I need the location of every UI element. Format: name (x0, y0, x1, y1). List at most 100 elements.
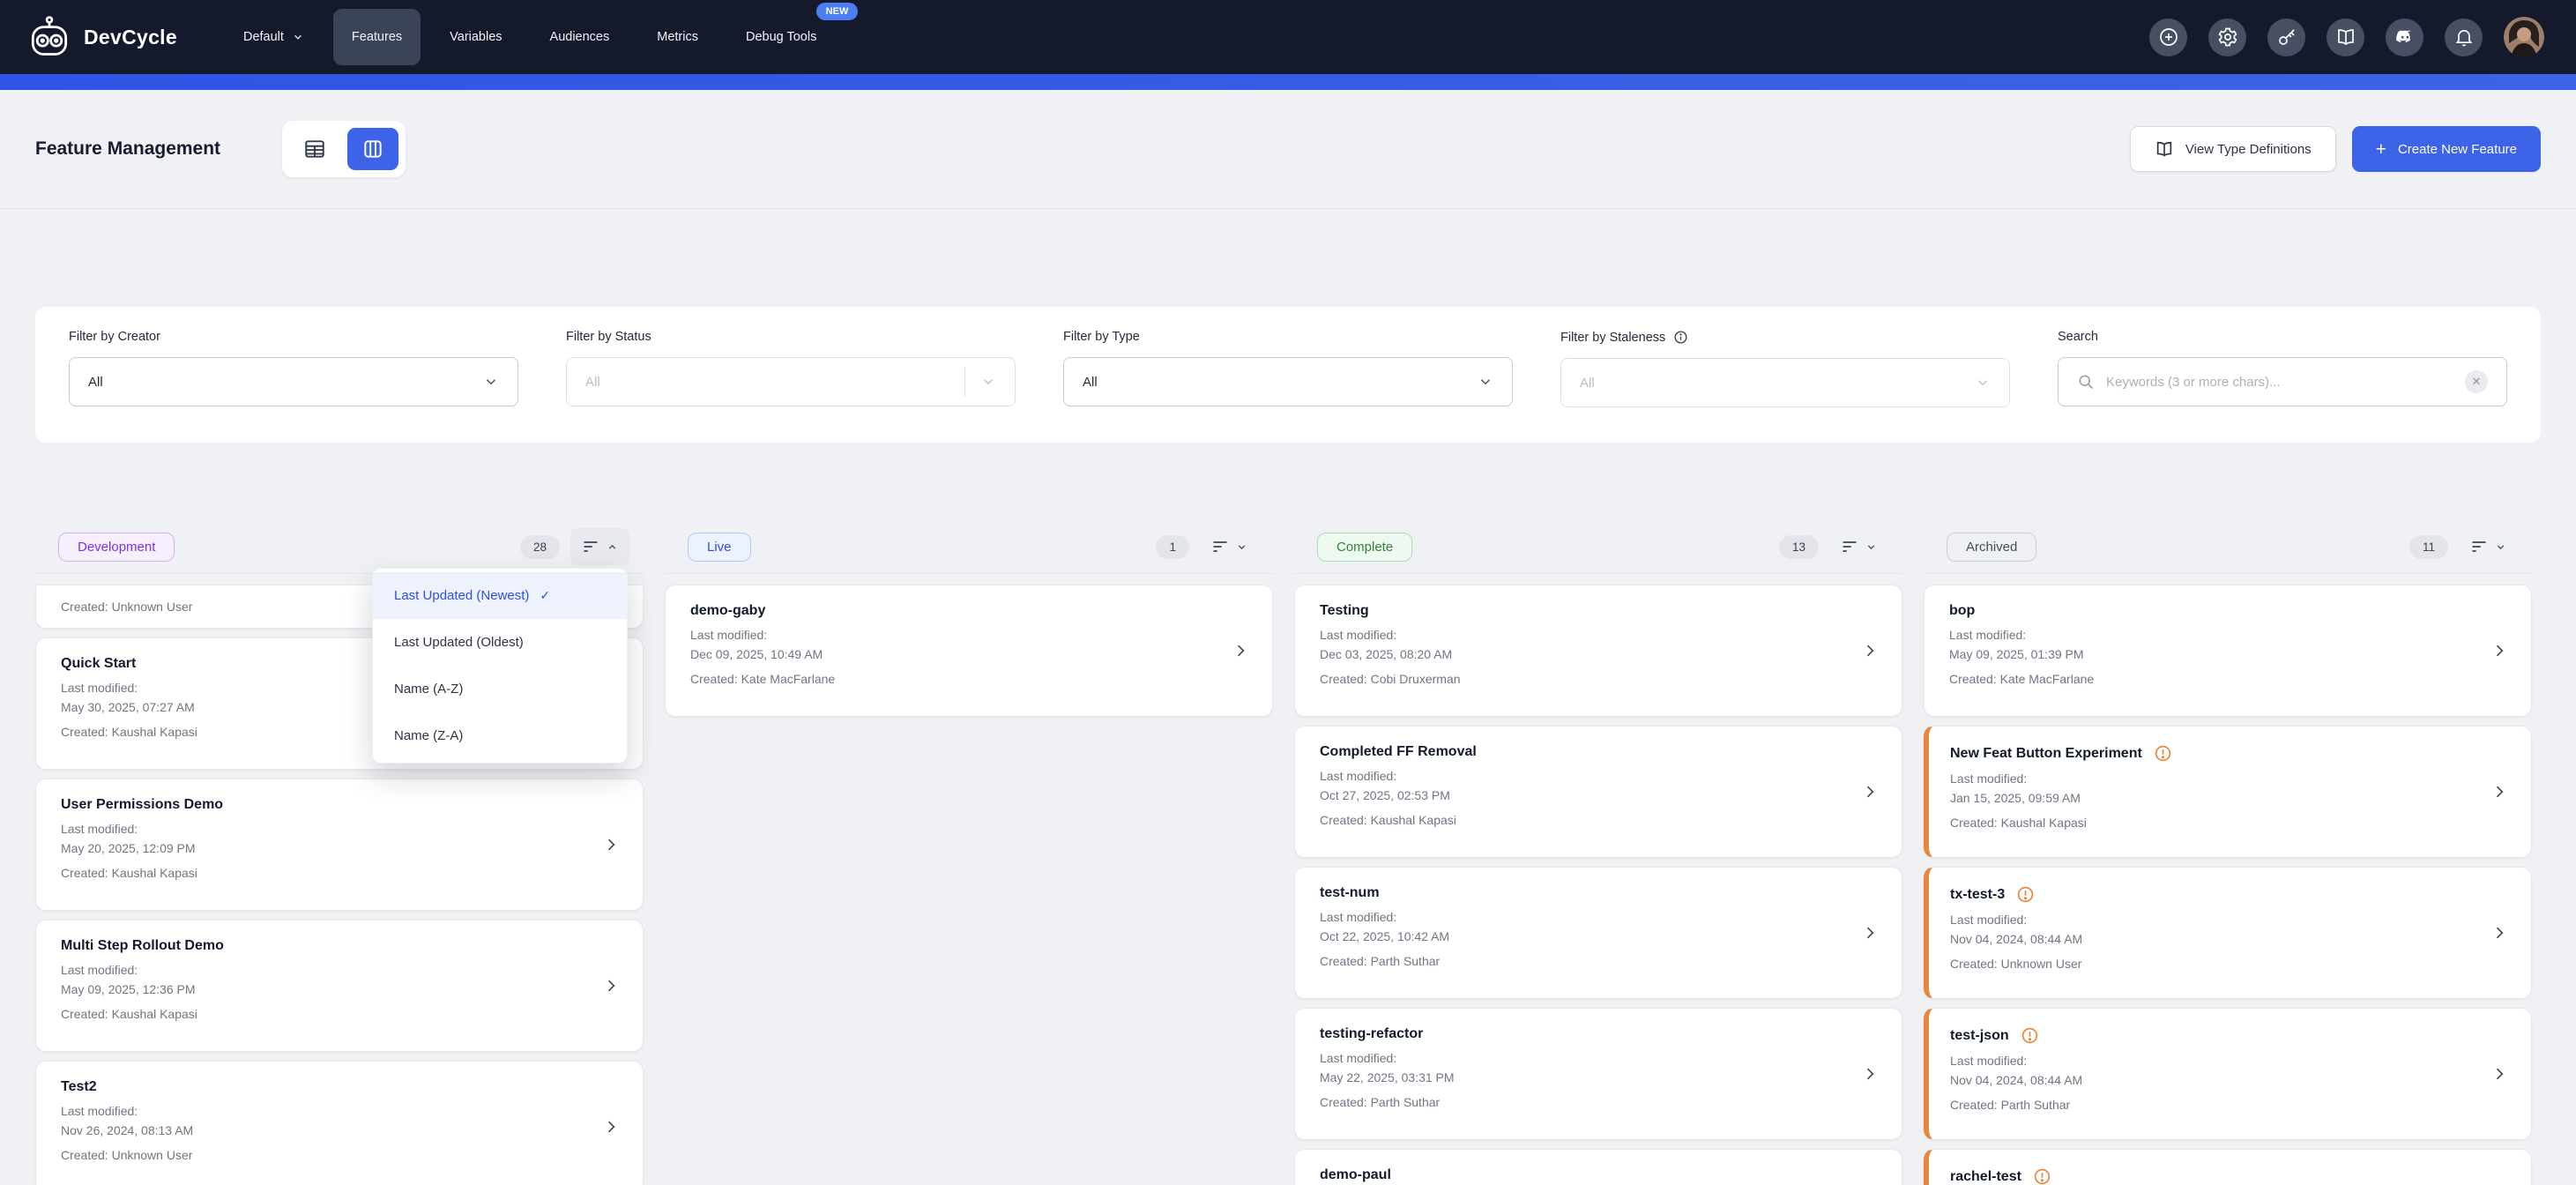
search-icon (2077, 373, 2095, 391)
create-new-feature-button[interactable]: + Create New Feature (2352, 126, 2541, 172)
last-modified-date: Dec 03, 2025, 08:20 AM (1320, 646, 1877, 663)
nav-item-debug-tools[interactable]: Debug Tools NEW (727, 9, 835, 65)
feature-card-test-num[interactable]: test-num Last modified: Oct 22, 2025, 10… (1294, 867, 1902, 999)
status-select[interactable]: All (566, 357, 1016, 406)
chevron-right-icon (602, 836, 620, 853)
nav-item-audiences[interactable]: Audiences (532, 9, 629, 65)
last-modified-label: Last modified: (1950, 912, 2506, 928)
notifications-button[interactable] (2445, 19, 2483, 56)
column-sort-button[interactable] (1829, 528, 1888, 565)
search-input[interactable] (2106, 375, 2453, 390)
feature-card-testing[interactable]: Testing Last modified: Dec 03, 2025, 08:… (1294, 585, 1902, 717)
devcycle-logo[interactable]: DevCycle (26, 14, 177, 60)
create-new-feature-label: Create New Feature (2398, 142, 2517, 157)
column-sort-button[interactable] (570, 528, 629, 565)
chevron-down-icon (292, 31, 304, 43)
last-modified-label: Last modified: (61, 821, 618, 838)
type-select[interactable]: All (1063, 357, 1513, 406)
sort-lines-icon (582, 538, 599, 555)
gear-icon (2217, 26, 2238, 48)
feature-card-demo-gaby[interactable]: demo-gaby Last modified: Dec 09, 2025, 1… (665, 585, 1273, 717)
feature-card-new-feat-button-experiment[interactable]: New Feat Button Experiment Last modified… (1924, 726, 2532, 858)
column-complete-header: Complete 13 (1294, 527, 1902, 566)
feature-title: New Feat Button Experiment (1950, 746, 2142, 762)
feature-card-test2[interactable]: Test2 Last modified: Nov 26, 2024, 08:13… (35, 1061, 644, 1185)
docs-button[interactable] (2327, 19, 2364, 56)
last-modified-date: Dec 09, 2025, 10:49 AM (690, 646, 1247, 663)
chevron-down-icon (1236, 541, 1247, 553)
column-complete: Complete 13 Testing Last modified: Dec 0… (1294, 527, 1902, 1185)
check-icon: ✓ (540, 588, 550, 603)
sort-option-label: Last Updated (Oldest) (394, 635, 524, 650)
feature-card-user-permissions-demo[interactable]: User Permissions Demo Last modified: May… (35, 779, 644, 911)
feature-card-bop[interactable]: bop Last modified: May 09, 2025, 01:39 P… (1924, 585, 2532, 717)
column-count-badge: 13 (1779, 535, 1819, 559)
info-icon[interactable] (1673, 330, 1688, 345)
header-actions: View Type Definitions + Create New Featu… (2130, 126, 2541, 172)
sort-option-last-updated-newest[interactable]: Last Updated (Newest) ✓ (373, 572, 627, 619)
nav-item-features[interactable]: Features (333, 9, 421, 65)
chevron-down-icon (1975, 375, 1991, 391)
feature-title: testing-refactor (1320, 1026, 1877, 1042)
filter-group-status: Filter by Status All (566, 330, 1016, 407)
discord-button[interactable] (2386, 19, 2423, 56)
view-type-definitions-button[interactable]: View Type Definitions (2130, 126, 2336, 172)
feature-card-completed-ff-removal[interactable]: Completed FF Removal Last modified: Oct … (1294, 726, 1902, 858)
staleness-select[interactable]: All (1560, 358, 2010, 407)
type-select-value: All (1083, 375, 1478, 390)
feature-card-test-json[interactable]: test-json Last modified: Nov 04, 2024, 0… (1924, 1008, 2532, 1140)
project-selector-default[interactable]: Default (225, 9, 323, 65)
column-archived: Archived 11 bop Last modified: May 09, 2… (1924, 527, 2532, 1185)
filter-status-label: Filter by Status (566, 330, 1016, 344)
clear-search-icon[interactable]: ✕ (2465, 370, 2488, 393)
page-title: Feature Management (35, 138, 220, 160)
sort-option-last-updated-oldest[interactable]: Last Updated (Oldest) (373, 619, 627, 666)
board-view-icon (361, 138, 384, 160)
book-icon (2155, 139, 2174, 159)
nav-item-metrics[interactable]: Metrics (638, 9, 717, 65)
chevron-right-icon (2490, 642, 2508, 660)
feature-card-multi-step-rollout-demo[interactable]: Multi Step Rollout Demo Last modified: M… (35, 920, 644, 1052)
feature-card-tx-test-3[interactable]: tx-test-3 Last modified: Nov 04, 2024, 0… (1924, 867, 2532, 999)
sort-option-name-za[interactable]: Name (Z-A) (373, 712, 627, 759)
last-modified-date: May 09, 2025, 12:36 PM (61, 981, 618, 998)
api-keys-button[interactable] (2267, 19, 2305, 56)
sort-option-name-az[interactable]: Name (A-Z) (373, 666, 627, 712)
settings-button[interactable] (2208, 19, 2246, 56)
view-type-definitions-label: View Type Definitions (2185, 142, 2312, 157)
table-view-button[interactable] (289, 128, 340, 170)
nav-item-variables[interactable]: Variables (431, 9, 520, 65)
column-sort-button[interactable] (1200, 528, 1259, 565)
chevron-right-icon (2490, 783, 2508, 801)
nav-label: Debug Tools (746, 30, 816, 44)
creator-select[interactable]: All (69, 357, 518, 406)
column-sort-button[interactable] (2459, 528, 2518, 565)
column-divider (1294, 573, 1902, 574)
last-modified-date: Oct 27, 2025, 02:53 PM (1320, 787, 1877, 804)
filter-staleness-text: Filter by Staleness (1560, 331, 1665, 345)
top-navigation-bar: DevCycle Default Features Variables Audi… (0, 0, 2576, 74)
feature-card-demo-paul[interactable]: demo-paul (1294, 1149, 1902, 1185)
chevron-right-icon (1232, 642, 1249, 660)
select-divider (964, 367, 965, 397)
chevron-right-icon (1861, 783, 1879, 801)
column-development-header: Development 28 (35, 527, 644, 566)
feature-card-rachel-test[interactable]: rachel-test (1924, 1149, 2532, 1185)
feature-card-testing-refactor[interactable]: testing-refactor Last modified: May 22, … (1294, 1008, 1902, 1140)
created-by: Created: Kaushal Kapasi (1320, 812, 1877, 829)
filter-creator-label: Filter by Creator (69, 330, 518, 344)
chevron-down-icon (483, 374, 499, 390)
staleness-select-value: All (1580, 376, 1975, 391)
search-label: Search (2058, 330, 2507, 344)
primary-nav: Default Features Variables Audiences Met… (225, 0, 835, 74)
chevron-right-icon (2490, 924, 2508, 942)
board-view-button[interactable] (347, 128, 398, 170)
last-modified-label: Last modified: (690, 627, 1247, 644)
status-badge-archived: Archived (1947, 533, 2036, 562)
column-divider (665, 573, 1273, 574)
last-modified-date: Nov 04, 2024, 08:44 AM (1950, 1072, 2506, 1089)
docs-book-icon (2335, 26, 2356, 48)
add-circle-button[interactable] (2149, 19, 2187, 56)
user-avatar[interactable] (2504, 17, 2544, 57)
sort-lines-icon (2470, 538, 2488, 555)
